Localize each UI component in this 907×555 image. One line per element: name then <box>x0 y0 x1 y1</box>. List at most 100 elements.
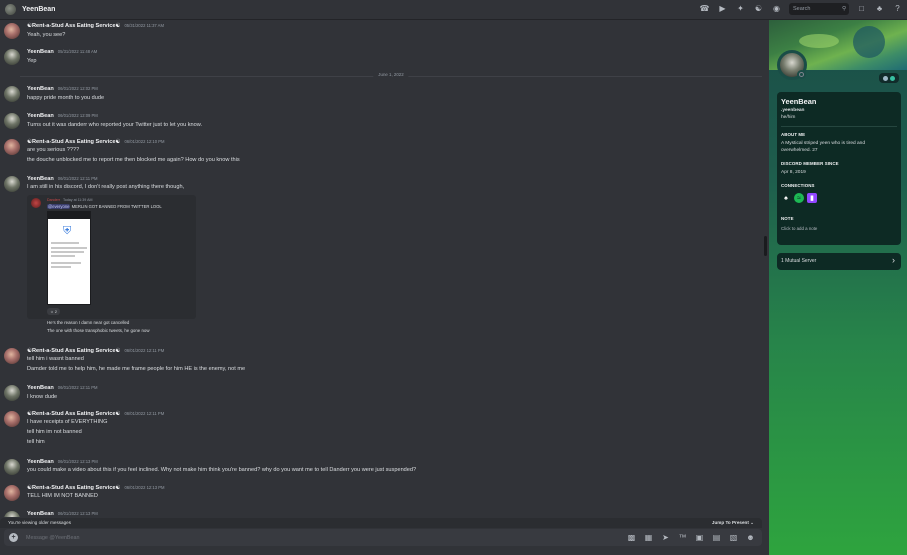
inbox-icon[interactable]: □ <box>856 4 867 15</box>
author-name[interactable]: YeenBean <box>27 176 54 182</box>
lock-icon[interactable]: ▩ <box>626 532 637 543</box>
timestamp: 06/01/2022 12:11 PM <box>124 411 165 416</box>
twitch-icon[interactable]: ▮ <box>807 193 817 203</box>
message-text: you could make a video about this if you… <box>27 467 417 473</box>
message-text: are you serious ???? <box>27 147 80 153</box>
profile-avatar[interactable] <box>777 50 807 80</box>
dm-title: YeenBean <box>22 6 56 13</box>
timestamp: 06/01/2022 12:13 PM <box>57 511 98 516</box>
message-text: I have receipts of EVERYTHING <box>27 419 108 425</box>
author-name[interactable]: YeenBean <box>27 49 54 55</box>
author-name[interactable]: YeenBean <box>27 385 54 391</box>
author-avatar[interactable] <box>4 348 20 364</box>
calendar-icon[interactable]: ▦ <box>643 532 654 543</box>
mutual-servers-button[interactable]: 1 Mutual Server › <box>777 253 901 270</box>
author-avatar[interactable] <box>4 459 20 475</box>
author-name[interactable]: YeenBean <box>27 511 54 517</box>
reaction-button[interactable]: ☺ 2 <box>47 308 60 315</box>
author-avatar[interactable] <box>4 385 20 401</box>
embed-caption: He's the reason I damn near got cancelle… <box>47 320 130 325</box>
translate-icon[interactable]: ™ <box>677 532 688 543</box>
author-avatar[interactable] <box>4 139 20 155</box>
author-avatar[interactable] <box>4 113 20 129</box>
nitro-icon[interactable]: ♣ <box>874 4 885 15</box>
author-name[interactable]: YeenBean <box>27 459 54 465</box>
user-profile-panel: YeenBean .yeenbean he/him ABOUT ME A Mys… <box>769 20 907 555</box>
chevron-right-icon: › <box>892 255 895 265</box>
message-text: Turns out it was danderr who reported yo… <box>27 122 203 128</box>
timestamp: 06/01/2022 12:02 PM <box>57 86 98 91</box>
about-heading: ABOUT ME <box>781 132 806 137</box>
rocket-icon[interactable]: ➤ <box>660 532 671 543</box>
playstation-icon[interactable]: ♠ <box>781 193 791 203</box>
add-friend-icon[interactable]: ☯ <box>753 4 764 15</box>
note-input[interactable]: Click to add a note <box>781 226 817 231</box>
author-name[interactable]: ☯Rent-a-Stud Ass Eating Service☯ <box>27 23 120 29</box>
connections-heading: CONNECTIONS <box>781 183 815 188</box>
everyone-mention[interactable]: @everyone <box>47 204 71 209</box>
message-text: tell him <box>27 439 45 445</box>
timestamp: 06/01/2022 12:09 PM <box>57 113 98 118</box>
author-name[interactable]: ☯Rent-a-Stud Ass Eating Service☯ <box>27 348 120 354</box>
composer-tools: ▩ ▦ ➤ ™ ▣ ▤ ▧ ☻ <box>626 532 756 543</box>
profile-toggle-icon[interactable]: ◉ <box>771 4 782 15</box>
search-icon: ⚲ <box>841 6 846 12</box>
author-avatar[interactable] <box>4 485 20 501</box>
message-text: TELL HIM IM NOT BANNED <box>27 493 98 499</box>
author-avatar[interactable] <box>4 511 20 517</box>
profile-username[interactable]: .yeenbean <box>781 108 804 113</box>
author-name[interactable]: ☯Rent-a-Stud Ass Eating Service☯ <box>27 139 120 145</box>
top-bar: YeenBean ☎ ▶ ✦ ☯ ◉ Search ⚲ □ ♣ ? <box>0 0 907 20</box>
message-text: I know dude <box>27 394 58 400</box>
spotify-icon[interactable]: ≈ <box>794 193 804 203</box>
chevron-down-icon: ⌄ <box>750 520 754 525</box>
author-name[interactable]: YeenBean <box>27 86 54 92</box>
phone-icon[interactable]: ☎ <box>699 4 710 15</box>
search-input[interactable]: Search ⚲ <box>789 3 849 15</box>
profile-pronouns: he/him <box>781 115 796 120</box>
timestamp: 06/01/2022 12:11 PM <box>57 385 98 390</box>
emoji-icon[interactable]: ☻ <box>745 532 756 543</box>
emoji-icon: ☺ <box>50 309 54 314</box>
author-avatar[interactable] <box>4 49 20 65</box>
header-toolbar: ☎ ▶ ✦ ☯ ◉ Search ⚲ □ ♣ ? <box>699 3 903 15</box>
message-composer: + ▩ ▦ ➤ ™ ▣ ▤ ▧ ☻ <box>4 529 762 546</box>
profile-badges[interactable] <box>879 73 899 83</box>
timestamp: 06/01/2022 12:13 PM <box>124 485 165 490</box>
add-attachment-icon[interactable]: + <box>9 533 18 542</box>
author-avatar[interactable] <box>4 176 20 192</box>
author-avatar[interactable] <box>4 86 20 102</box>
jump-to-present-button[interactable]: Jump To Present ⌄ <box>712 520 754 526</box>
message-text: Yep <box>27 58 37 64</box>
nitro-badge-icon <box>890 75 895 81</box>
date-divider: June 1, 2022 <box>20 72 762 80</box>
image-attachment[interactable]: Danderr Today at 11:39 AM @everyone MERLI… <box>27 195 196 319</box>
author-avatar[interactable] <box>4 411 20 427</box>
scrollbar-thumb[interactable] <box>764 236 767 256</box>
gift-icon[interactable]: ▣ <box>694 532 705 543</box>
message-input[interactable] <box>26 532 606 543</box>
status-offline-icon <box>797 70 806 79</box>
phone-screenshot: ⛨ <box>47 211 91 305</box>
shield-icon: ⛨ <box>63 225 72 237</box>
message-text: tell him i wasnt banned <box>27 356 84 362</box>
author-avatar[interactable] <box>4 23 20 39</box>
timestamp: 06/01/2022 12:13 PM <box>57 459 98 464</box>
author-name[interactable]: YeenBean <box>27 113 54 119</box>
author-name[interactable]: ☯Rent-a-Stud Ass Eating Service☯ <box>27 411 120 417</box>
message-list[interactable]: ☯Rent-a-Stud Ass Eating Service☯ 05/31/20… <box>0 20 766 517</box>
gif-icon[interactable]: ▤ <box>711 532 722 543</box>
message-text: Damder told me to help him, he made me f… <box>27 366 246 372</box>
sticker-icon[interactable]: ▧ <box>728 532 739 543</box>
note-heading: NOTE <box>781 216 794 221</box>
timestamp: 05/31/2022 11:48 AM <box>57 49 98 54</box>
help-icon[interactable]: ? <box>892 4 903 15</box>
older-messages-bar: You're viewing older messages Jump To Pr… <box>0 518 762 528</box>
video-icon[interactable]: ▶ <box>717 4 728 15</box>
timestamp: 06/01/2022 12:11 PM <box>124 348 165 353</box>
profile-display-name: YeenBean <box>781 97 817 106</box>
timestamp: 05/31/2022 11:37 AM <box>124 23 164 28</box>
pin-icon[interactable]: ✦ <box>735 4 746 15</box>
embed-text: MERLIN GOT BANNED FROM TWITTER LOOL <box>70 204 162 209</box>
author-name[interactable]: ☯Rent-a-Stud Ass Eating Service☯ <box>27 485 120 491</box>
